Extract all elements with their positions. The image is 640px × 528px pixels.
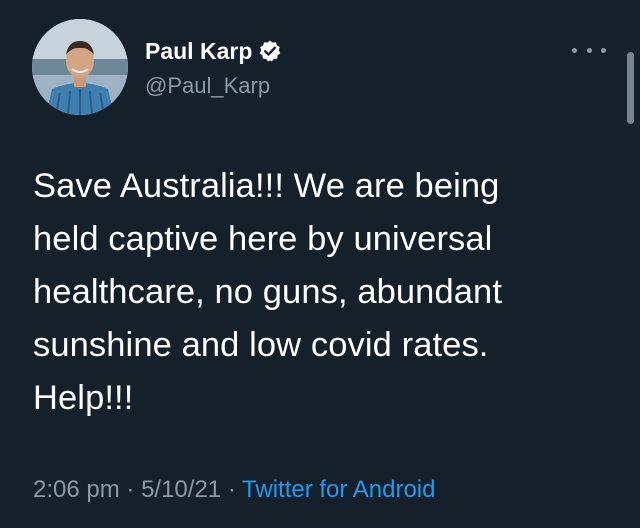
more-options-icon[interactable] [572, 40, 606, 60]
author-name-row[interactable]: Paul Karp [145, 36, 282, 66]
tweet-source-link[interactable]: Twitter for Android [242, 476, 435, 503]
tweet-meta: 2:06 pm · 5/10/21 · Twitter for Android [33, 474, 435, 506]
tweet-text-line: held captive here by universal [33, 220, 493, 258]
author-display-name[interactable]: Paul Karp [145, 36, 252, 66]
meta-separator: · [126, 476, 135, 503]
author-handle[interactable]: @Paul_Karp [145, 72, 270, 100]
avatar-photo [32, 19, 128, 115]
scrollbar[interactable] [627, 52, 634, 124]
more-dot [601, 47, 606, 53]
tweet-text-line: Save Australia!!! We are being [33, 167, 500, 205]
meta-separator: · [227, 476, 236, 503]
verified-badge-icon [258, 39, 282, 63]
tweet-text-line: healthcare, no guns, abundant [33, 273, 503, 311]
tweet-date[interactable]: 5/10/21 [141, 476, 221, 503]
more-dot [572, 47, 577, 53]
tweet-text: Save Australia!!! We are being held capt… [33, 160, 618, 425]
avatar[interactable] [32, 19, 128, 115]
tweet-text-line: sunshine and low covid rates. [33, 326, 489, 364]
tweet-time[interactable]: 2:06 pm [33, 476, 120, 503]
tweet-text-line: Help!!! [33, 379, 134, 417]
tweet-card: Paul Karp @Paul_Karp Save Australia!!! W… [0, 0, 640, 528]
more-dot [586, 47, 592, 53]
